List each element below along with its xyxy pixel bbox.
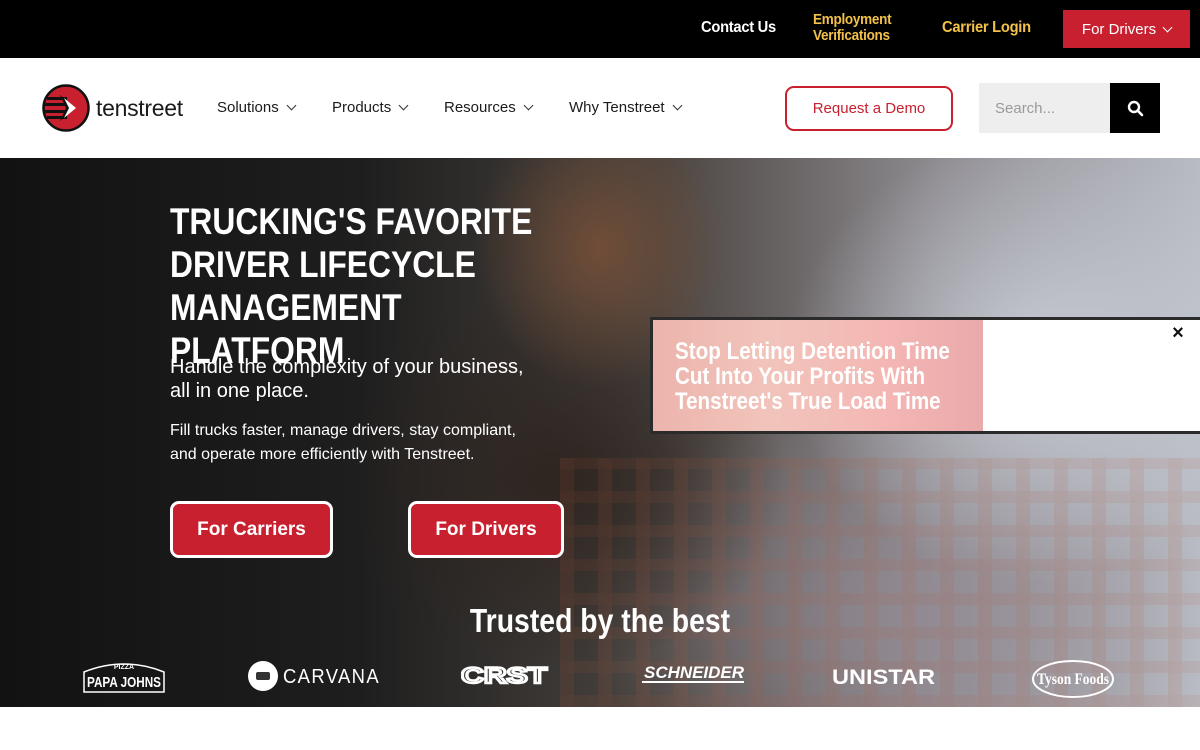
search-button[interactable]	[1110, 83, 1160, 133]
tenstreet-logo-mark-icon	[42, 84, 90, 132]
hero-description-line: Fill trucks faster, manage drivers, stay…	[170, 422, 516, 439]
promo-popup[interactable]: Stop Letting Detention Time Cut Into You…	[650, 317, 1200, 434]
hero-title-line: TRUCKING'S FAVORITE	[170, 201, 533, 242]
papa-johns-logo-mark-icon: PIZZA PAPA JOHNS	[83, 663, 165, 693]
site-header: tenstreet Solutions Products Resources W…	[0, 58, 1200, 158]
nav-solutions-label: Solutions	[217, 99, 279, 116]
nav-solutions[interactable]: Solutions	[217, 99, 297, 116]
hero-subtitle: Handle the complexity of your business, …	[170, 355, 550, 403]
promo-headline-line: Stop Letting Detention Time	[675, 338, 950, 365]
search-input[interactable]	[979, 83, 1110, 133]
chevron-down-icon	[1162, 22, 1173, 32]
papa-johns-text: PAPA JOHNS	[87, 674, 161, 691]
search-icon	[1127, 100, 1143, 116]
hero-title: TRUCKING'S FAVORITE DRIVER LIFECYCLE MAN…	[170, 200, 574, 372]
nav-why-tenstreet[interactable]: Why Tenstreet	[569, 99, 683, 116]
contact-us-link[interactable]: Contact Us	[701, 19, 776, 37]
promo-headline-line: Tenstreet's True Load Time	[675, 388, 941, 415]
tyson-foods-text: Tyson Foods	[1037, 671, 1109, 688]
tenstreet-logo[interactable]: tenstreet	[42, 84, 183, 132]
schneider-logo: SCHNEIDER	[642, 661, 746, 687]
hero-title-line: DRIVER LIFECYCLE	[170, 244, 476, 285]
unistar-logo: UNISTAR	[832, 660, 936, 689]
top-utility-bar: Contact Us Employment Verifications Carr…	[0, 0, 1200, 58]
promo-headline-line: Cut Into Your Profits With	[675, 363, 926, 390]
close-icon[interactable]: ×	[1167, 322, 1189, 344]
for-carriers-button[interactable]: For Carriers	[170, 501, 333, 558]
for-drivers-dropdown[interactable]: For Drivers	[1063, 10, 1190, 48]
carvana-logo: CARVANA	[248, 660, 382, 692]
employment-verifications-line2: Verifications	[813, 27, 890, 44]
nav-resources-label: Resources	[444, 99, 516, 116]
papa-johns-logo: PIZZA PAPA JOHNS	[82, 658, 166, 694]
carrier-login-link[interactable]: Carrier Login	[942, 19, 1031, 37]
for-drivers-button[interactable]: For Drivers	[408, 501, 564, 558]
crst-text: CRST	[461, 663, 548, 687]
chevron-down-icon	[523, 100, 534, 111]
carvana-logo-mark-icon: CARVANA	[248, 661, 380, 691]
brand-logo-row: PIZZA PAPA JOHNS CARVANA CRST SCHNEIDER	[0, 653, 1200, 703]
chevron-down-icon	[398, 100, 409, 111]
for-drivers-label: For Drivers	[1081, 20, 1157, 38]
crst-logo-mark-icon: CRST	[460, 662, 549, 689]
tyson-foods-logo-mark-icon: Tyson Foods	[1032, 660, 1114, 698]
search-form	[979, 83, 1160, 133]
hero-subtitle-line: Handle the complexity of your business,	[170, 356, 524, 378]
nav-resources[interactable]: Resources	[444, 99, 534, 116]
promo-banner-image[interactable]: Stop Letting Detention Time Cut Into You…	[653, 320, 983, 431]
employment-verifications-link[interactable]: Employment Verifications	[813, 11, 892, 44]
hero-subtitle-line: all in one place.	[170, 380, 309, 402]
logo-wordmark: tenstreet	[96, 94, 183, 121]
nav-why-tenstreet-label: Why Tenstreet	[569, 99, 665, 116]
unistar-text: UNISTAR	[832, 666, 935, 688]
hero-description-line: and operate more efficiently with Tenstr…	[170, 446, 475, 463]
tyson-foods-logo: Tyson Foods	[1031, 659, 1115, 699]
carvana-text: CARVANA	[283, 666, 380, 688]
schneider-logo-mark-icon: SCHNEIDER	[642, 663, 745, 683]
chevron-down-icon	[672, 100, 683, 111]
hero-description: Fill trucks faster, manage drivers, stay…	[170, 419, 550, 467]
employment-verifications-line1: Employment	[813, 11, 892, 28]
schneider-text: SCHNEIDER	[644, 663, 745, 682]
promo-headline: Stop Letting Detention Time Cut Into You…	[675, 339, 985, 414]
request-demo-button[interactable]: Request a Demo	[785, 86, 953, 131]
papa-johns-small-text: PIZZA	[114, 664, 134, 671]
trusted-heading: Trusted by the best	[469, 602, 731, 639]
unistar-logo-mark-icon: UNISTAR	[832, 666, 935, 689]
chevron-down-icon	[286, 100, 297, 111]
nav-products-label: Products	[332, 99, 392, 116]
nav-products[interactable]: Products	[332, 99, 409, 116]
crst-logo: CRST	[460, 662, 549, 689]
